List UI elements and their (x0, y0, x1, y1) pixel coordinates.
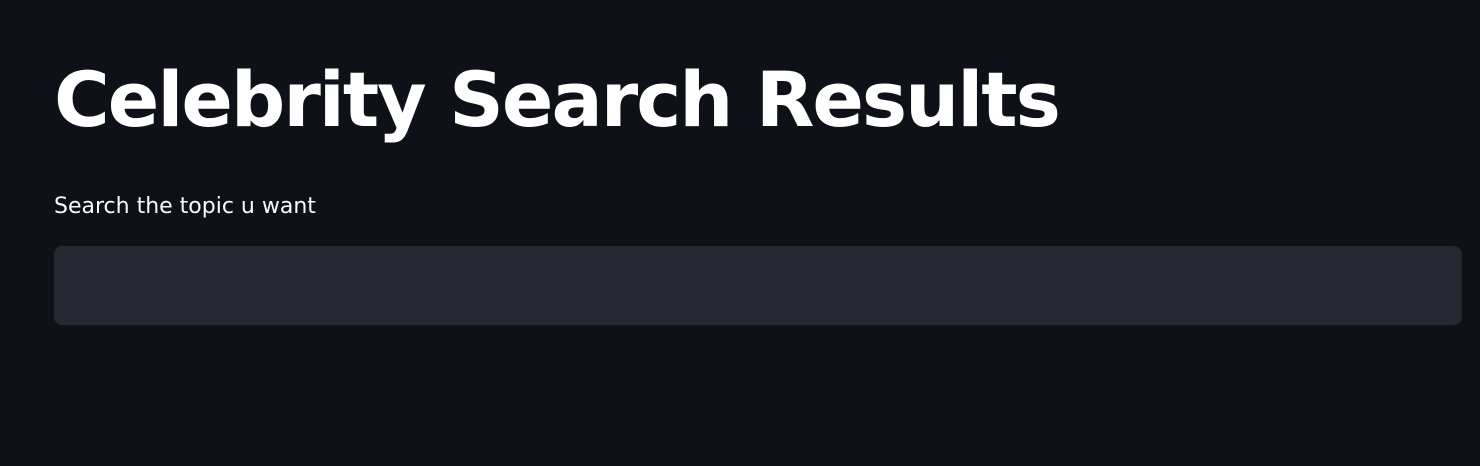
page-title: Celebrity Search Results (54, 55, 1061, 144)
search-label: Search the topic u want (54, 194, 316, 219)
search-input[interactable] (54, 246, 1462, 325)
